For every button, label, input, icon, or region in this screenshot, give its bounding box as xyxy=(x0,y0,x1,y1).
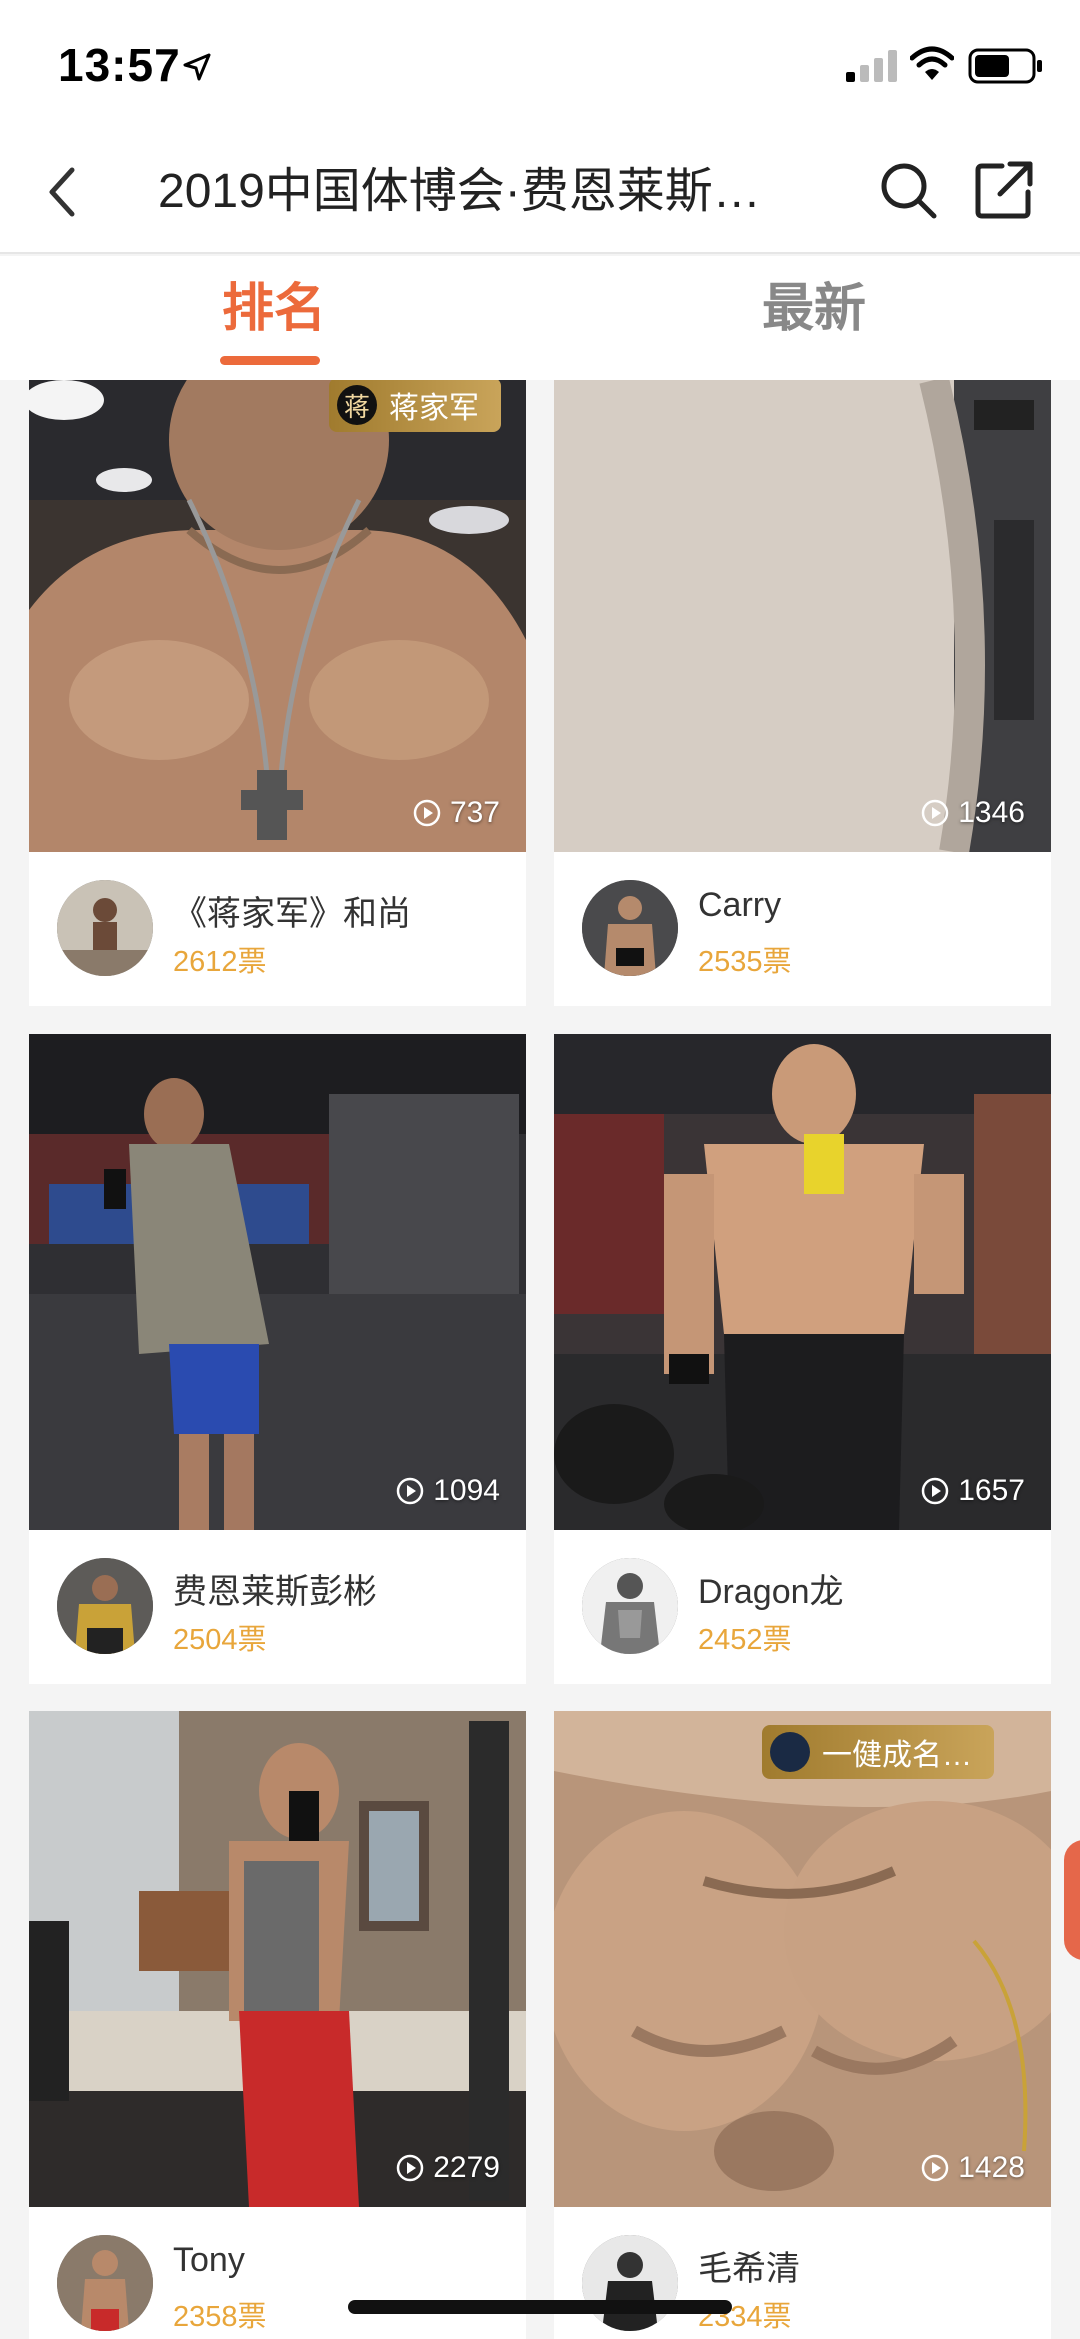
play-count-value: 737 xyxy=(449,796,500,829)
play-count: 2279 xyxy=(395,2151,500,2185)
battery-icon xyxy=(968,48,1042,84)
tab-ranking[interactable]: 排名 xyxy=(222,276,326,342)
contestant-name: 费恩莱斯彭彬 xyxy=(173,1573,377,1611)
share-icon[interactable] xyxy=(972,158,1036,222)
card-info: 费恩莱斯彭彬 2504票 xyxy=(29,1530,526,1684)
play-count-value: 1428 xyxy=(958,2151,1025,2184)
thumbnail-photo xyxy=(29,1034,526,1530)
status-bar: 13:57 xyxy=(0,0,1080,130)
card-info: 毛希清 2334票 xyxy=(554,2207,1051,2339)
thumbnail-photo xyxy=(554,1711,1051,2207)
nav-bar: 2019中国体博会·费恩莱斯… xyxy=(0,130,1080,254)
back-arrow-icon[interactable] xyxy=(40,160,84,224)
tab-bar: 排名 最新 xyxy=(0,256,1080,380)
tab-latest[interactable]: 最新 xyxy=(762,276,866,342)
sponsor-logo-icon: 蒋 xyxy=(337,385,377,425)
play-count: 1428 xyxy=(920,2151,1025,2185)
card-info: Dragon龙 2452票 xyxy=(554,1530,1051,1684)
play-icon xyxy=(922,2154,949,2182)
badge-label: 一健成名… xyxy=(822,1739,972,1772)
avatar[interactable] xyxy=(57,880,153,976)
play-icon xyxy=(397,1477,424,1505)
card-info: Tony 2358票 xyxy=(29,2207,526,2339)
home-indicator[interactable] xyxy=(348,2300,732,2314)
thumbnail-photo xyxy=(29,1711,526,2207)
contestant-card[interactable]: 一健成名… 1428 毛希清 2334票 xyxy=(554,1711,1051,2339)
status-time: 13:57 xyxy=(58,39,181,91)
avatar[interactable] xyxy=(57,2235,153,2331)
play-count-value: 1657 xyxy=(958,1474,1025,1507)
video-thumbnail[interactable]: 1094 xyxy=(29,1034,526,1530)
play-icon xyxy=(922,1477,949,1505)
play-count: 1346 xyxy=(920,796,1025,830)
contestant-name: Dragon龙 xyxy=(698,1573,844,1611)
vote-count: 2358票 xyxy=(173,2301,267,2333)
play-count: 737 xyxy=(412,796,500,830)
video-thumbnail[interactable]: 蒋 蒋家军 737 xyxy=(29,380,526,852)
play-count: 1094 xyxy=(395,1474,500,1508)
video-thumbnail[interactable]: 1346 xyxy=(554,380,1051,852)
contestant-name: Tony xyxy=(173,2241,245,2279)
play-icon xyxy=(922,799,949,827)
thumbnail-photo xyxy=(554,380,1051,852)
floating-action-button[interactable] xyxy=(1064,1840,1080,1960)
avatar[interactable] xyxy=(582,1558,678,1654)
avatar[interactable] xyxy=(582,880,678,976)
play-count-value: 2279 xyxy=(433,2151,500,2184)
contestant-card[interactable]: 2279 Tony 2358票 xyxy=(29,1711,526,2339)
contestant-card[interactable]: 1657 Dragon龙 2452票 xyxy=(554,1034,1051,1684)
video-thumbnail[interactable]: 2279 xyxy=(29,1711,526,2207)
sponsor-logo-icon xyxy=(770,1732,810,1772)
vote-count: 2452票 xyxy=(698,1624,792,1656)
play-icon xyxy=(413,799,441,827)
page-title: 2019中国体博会·费恩莱斯… xyxy=(158,165,761,218)
thumbnail-photo xyxy=(554,1034,1051,1530)
play-count: 1657 xyxy=(920,1474,1025,1508)
play-count-value: 1094 xyxy=(433,1474,500,1507)
vote-count: 2535票 xyxy=(698,946,792,978)
contestant-name: 毛希清 xyxy=(698,2250,800,2288)
contestant-name: 《蒋家军》和尚 xyxy=(173,895,411,933)
thumbnail-photo xyxy=(29,380,526,852)
wifi-icon xyxy=(910,46,954,80)
play-count-value: 1346 xyxy=(958,796,1025,829)
contestant-card[interactable]: 1094 费恩莱斯彭彬 2504票 xyxy=(29,1034,526,1684)
contestant-card[interactable]: 1346 Carry 2535票 xyxy=(554,380,1051,1006)
video-thumbnail[interactable]: 一健成名… 1428 xyxy=(554,1711,1051,2207)
contestant-card[interactable]: 蒋 蒋家军 737 《蒋家军》和尚 2612票 xyxy=(29,380,526,1006)
screen: 13:57 2019中国体博会·费恩莱斯… 排名 最新 蒋 蒋家军 737 《蒋… xyxy=(0,0,1080,2339)
contestant-grid: 蒋 蒋家军 737 《蒋家军》和尚 2612票 1346 Carry 2535票… xyxy=(0,380,1080,2339)
sponsor-badge: 一健成名… xyxy=(762,1725,994,1779)
badge-label: 蒋家军 xyxy=(389,392,479,425)
card-info: 《蒋家军》和尚 2612票 xyxy=(29,852,526,1006)
card-info: Carry 2535票 xyxy=(554,852,1051,1006)
video-thumbnail[interactable]: 1657 xyxy=(554,1034,1051,1530)
cellular-signal-icon xyxy=(846,50,897,82)
sponsor-badge: 蒋 蒋家军 xyxy=(329,380,501,432)
vote-count: 2612票 xyxy=(173,946,267,978)
avatar[interactable] xyxy=(57,1558,153,1654)
contestant-name: Carry xyxy=(698,886,782,924)
active-tab-indicator xyxy=(220,356,320,365)
play-icon xyxy=(397,2154,424,2182)
avatar[interactable] xyxy=(582,2235,678,2331)
location-arrow-icon xyxy=(183,53,211,81)
search-icon[interactable] xyxy=(876,158,940,222)
vote-count: 2504票 xyxy=(173,1624,267,1656)
